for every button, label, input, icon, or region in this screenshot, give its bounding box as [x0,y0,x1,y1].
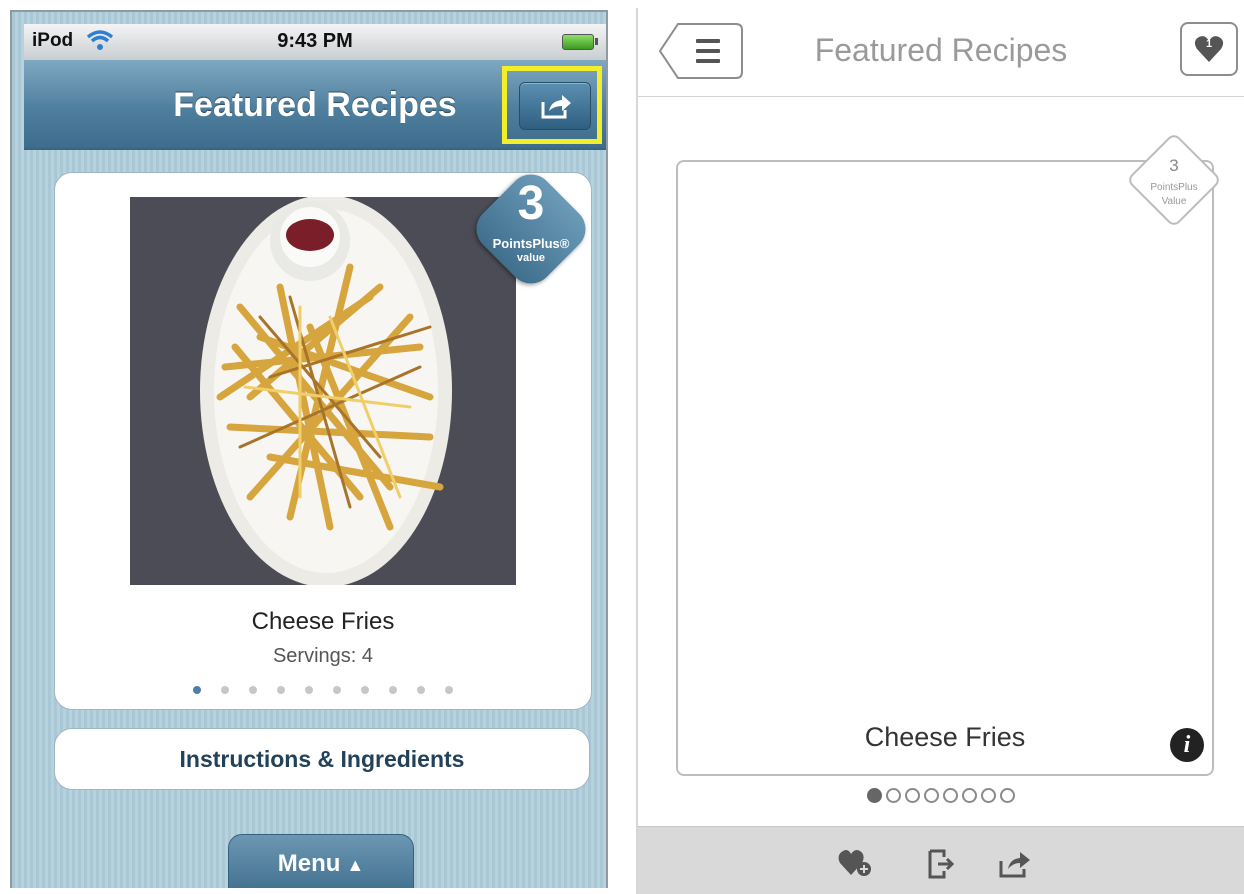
favorites-button[interactable]: 1 [1180,22,1238,76]
recipe-name: Cheese Fries [251,608,395,635]
page-dot[interactable] [924,788,939,803]
clock: 9:43 PM [277,30,353,52]
recipe-photo [130,197,516,585]
menu-label: Menu [277,850,341,877]
page-dot[interactable] [981,788,996,803]
page-dot[interactable] [277,686,285,694]
points-sub-label: value [516,252,546,264]
nav-bar: Featured Recipes [24,60,606,150]
page-dot[interactable] [867,788,882,803]
points-label: PointsPlus® [492,236,570,251]
points-value: 3 [517,177,545,230]
points-label: PointsPlus [1150,182,1198,193]
share-icon [541,95,571,119]
page-dot[interactable] [221,686,229,694]
menu-button[interactable]: Menu ▲ [228,834,414,888]
page-dot[interactable] [249,686,257,694]
info-icon[interactable]: i [1170,728,1204,762]
points-value: 3 [1169,156,1179,175]
badge-diamond [1125,131,1223,229]
favorites-count: 1 [1205,38,1213,50]
page-title: Featured Recipes [814,32,1068,68]
favorite-add-icon[interactable] [838,849,872,882]
page-dot[interactable] [962,788,977,803]
page-dot[interactable] [333,686,341,694]
right-phone-screen: Featured Recipes 1 Cheese Fries i 3 Poin… [636,8,1244,894]
share-icon[interactable] [998,849,1034,884]
page-dot[interactable] [389,686,397,694]
page-dot[interactable] [417,686,425,694]
page-dot[interactable] [193,686,201,694]
instructions-button[interactable]: Instructions & Ingredients [54,728,590,790]
triangle-up-icon: ▲ [346,855,365,875]
bottom-toolbar [638,826,1244,894]
recipe-name: Cheese Fries [864,722,1026,752]
page-dot[interactable] [361,686,369,694]
page-dot[interactable] [445,686,453,694]
page-indicator[interactable] [638,788,1244,808]
save-icon[interactable] [926,849,956,884]
page-dot[interactable] [886,788,901,803]
points-plus-badge: 3 PointsPlus® value [464,162,598,296]
page-dot[interactable] [905,788,920,803]
left-phone-screen: iPod 9:43 PM Featured Recipes Cheese Fri… [10,10,608,888]
recipe-servings: Servings: 4 [272,645,374,667]
page-indicator[interactable] [55,681,591,699]
points-sub-label: Value [1161,196,1187,207]
page-dot[interactable] [305,686,313,694]
page-dot[interactable] [1000,788,1015,803]
battery-icon [562,34,598,50]
header-bar: Featured Recipes 1 [638,8,1244,97]
recipe-card[interactable]: Cheese Fries i [676,160,1214,776]
points-plus-badge: 3 PointsPlus Value [1124,130,1224,230]
share-button[interactable] [519,82,591,130]
status-bar: iPod 9:43 PM [24,24,606,60]
page-dot[interactable] [943,788,958,803]
